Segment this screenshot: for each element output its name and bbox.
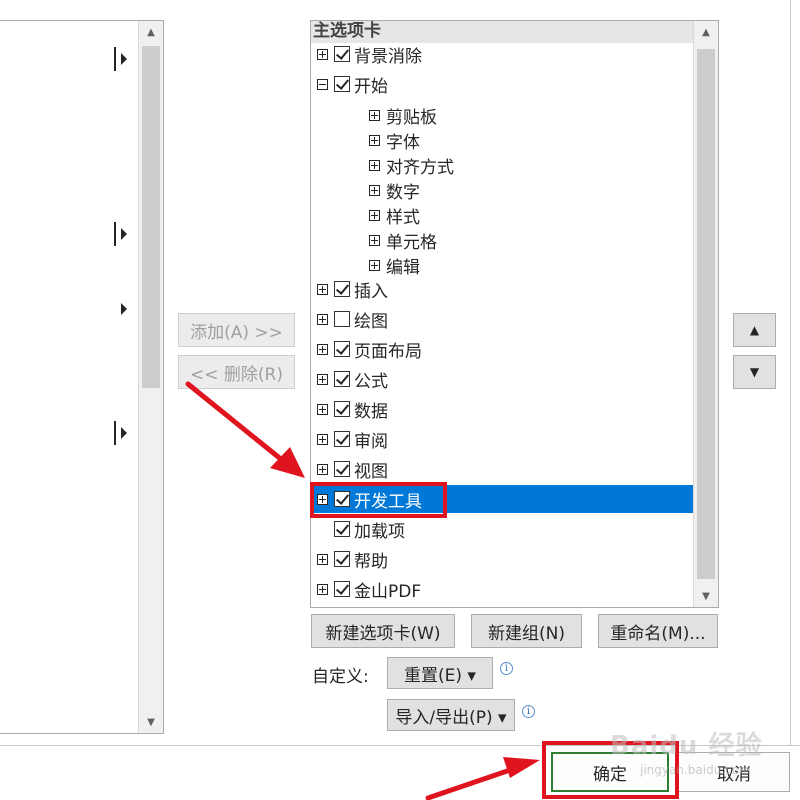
arrow-to-developer-icon [185, 381, 305, 478]
watermark-logo: Baidu 经验 [610, 731, 763, 761]
watermark-url: jingyan.baidu.com [640, 763, 751, 777]
annotation-arrows [185, 381, 540, 800]
arrow-to-ok-icon [425, 757, 540, 800]
